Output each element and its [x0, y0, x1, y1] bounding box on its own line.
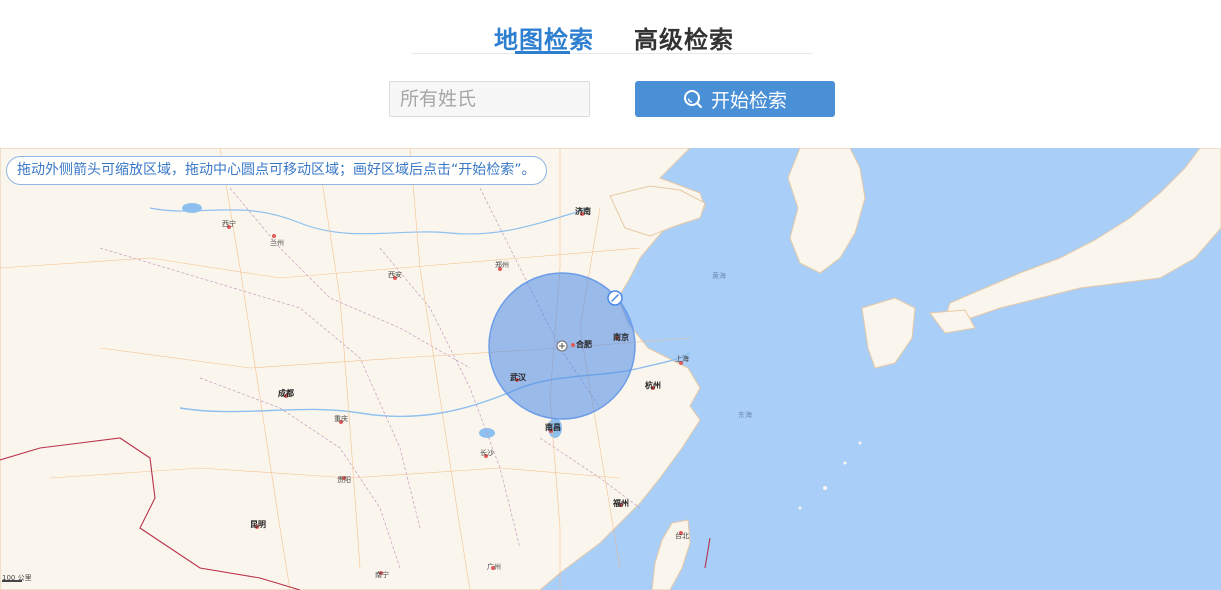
japan-honshu — [944, 148, 1221, 321]
qinghai-lake — [182, 203, 202, 213]
city-label: 成都 — [278, 389, 294, 398]
ryukyu-islands — [843, 461, 847, 465]
tab-advanced-search[interactable]: 高级检索 — [634, 20, 734, 55]
map-canvas[interactable]: 济南 西宁 兰州 西安 郑州 南京 合肥 武汉 上海 杭州 南昌 长沙 成都 重… — [0, 148, 1221, 590]
city-label: 昆明 — [250, 520, 266, 529]
active-tab-indicator — [515, 51, 570, 54]
city-label: 重庆 — [334, 415, 348, 423]
city-label: 福州 — [613, 499, 629, 508]
japan-kyushu — [861, 297, 916, 369]
map-instruction-hint: 拖动外侧箭头可缩放区域，拖动中心圆点可移动区域；画好区域后点击“开始检索”。 — [6, 156, 547, 185]
tab-map-search[interactable]: 地图检索 — [494, 20, 594, 55]
start-search-button[interactable]: 开始检索 — [635, 81, 835, 117]
sea-label: 东海 — [738, 411, 752, 419]
city-label: 广州 — [487, 563, 501, 571]
city-label: 西安 — [388, 271, 402, 279]
search-icon — [683, 90, 702, 108]
korean-peninsula — [787, 148, 866, 274]
map-graphic — [0, 148, 1221, 590]
ryukyu-islands — [798, 506, 802, 510]
city-label: 郑州 — [495, 261, 509, 269]
city-label: 台北 — [675, 532, 689, 540]
surname-input[interactable] — [389, 81, 590, 117]
city-label: 上海 — [675, 355, 689, 363]
city-label: 西宁 — [222, 220, 236, 228]
start-search-label: 开始检索 — [710, 89, 787, 112]
city-label: 济南 — [575, 207, 591, 216]
city-label: 南昌 — [545, 423, 561, 432]
city-label: 兰州 — [270, 239, 284, 247]
sea-label: 黄海 — [712, 272, 726, 280]
ryukyu-islands — [858, 441, 862, 445]
city-label: 南京 — [613, 333, 629, 342]
city-label: 长沙 — [480, 449, 494, 457]
region-resize-handle — [607, 290, 623, 306]
city-label: 南宁 — [375, 571, 389, 579]
scale-label: 100 公里 — [2, 574, 32, 582]
ryukyu-islands — [823, 486, 827, 490]
city-label: 杭州 — [645, 381, 661, 390]
city-label: 合肥 — [576, 340, 592, 349]
city-label: 贵阳 — [337, 476, 351, 484]
region-center-handle — [556, 340, 568, 352]
search-mode-tabs: 地图检索 高级检索 — [412, 18, 812, 54]
city-label: 武汉 — [510, 373, 526, 382]
